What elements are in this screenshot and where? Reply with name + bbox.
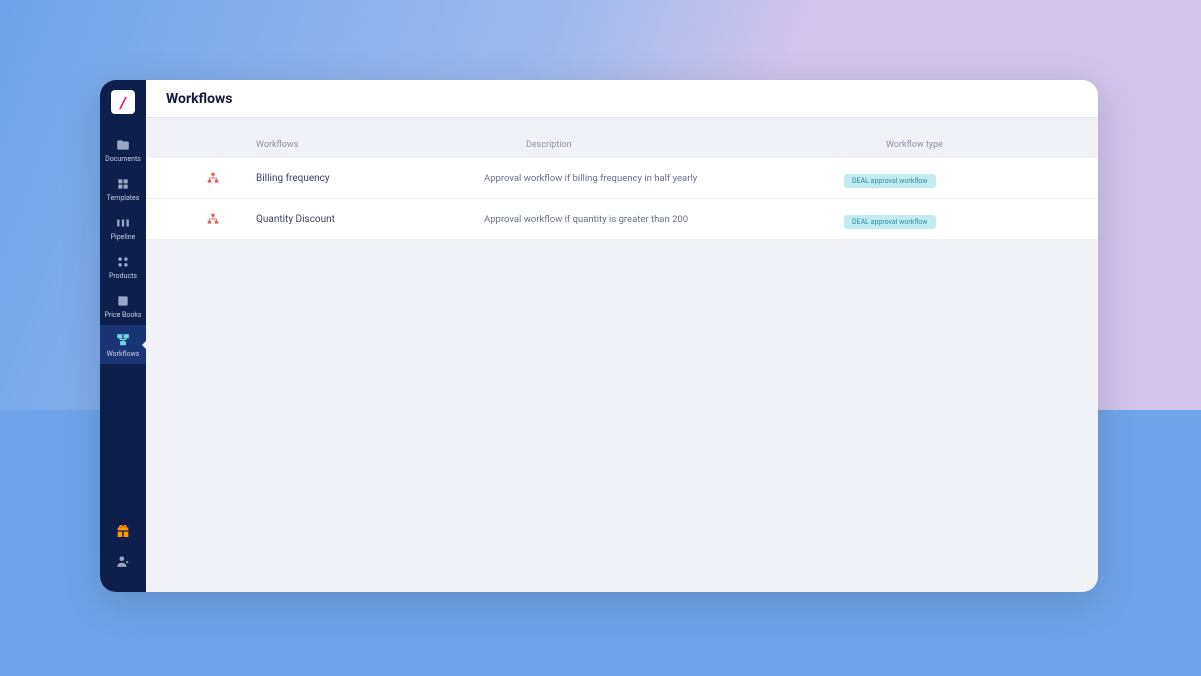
user-icon[interactable]	[114, 552, 132, 570]
workflow-name: Billing frequency	[256, 173, 484, 184]
sidebar-item-templates[interactable]: Templates	[100, 169, 146, 208]
gift-icon[interactable]	[114, 522, 132, 540]
main-content: Workflows Workflows Description Workflow…	[146, 80, 1098, 592]
sidebar: / Documents Templates Pipeline	[100, 80, 146, 592]
hierarchy-icon	[206, 212, 220, 226]
sidebar-item-workflows[interactable]: Workflows	[100, 325, 146, 364]
sidebar-item-products[interactable]: Products	[100, 247, 146, 286]
sidebar-item-label: Products	[109, 272, 137, 280]
workflow-description: Approval workflow if billing frequency i…	[484, 173, 844, 184]
col-header-description: Description	[526, 140, 886, 150]
sidebar-item-label: Documents	[105, 155, 141, 163]
table-row[interactable]: Billing frequency Approval workflow if b…	[146, 158, 1098, 199]
workflow-type-badge: DEAL approval workflow	[844, 215, 936, 229]
table-header: Workflows Description Workflow type	[146, 130, 1098, 158]
sidebar-item-documents[interactable]: Documents	[100, 130, 146, 169]
folder-icon	[116, 138, 130, 152]
sidebar-item-label: Pipeline	[111, 233, 136, 241]
pipeline-icon	[116, 216, 130, 230]
workflow-icon	[116, 333, 130, 347]
workflow-type-badge: DEAL approval workflow	[844, 174, 936, 188]
table-row[interactable]: Quantity Discount Approval workflow if q…	[146, 199, 1098, 239]
col-header-type: Workflow type	[886, 140, 1078, 150]
page-title: Workflows	[166, 91, 233, 107]
products-icon	[116, 255, 130, 269]
workflow-description: Approval workflow if quantity is greater…	[484, 214, 844, 225]
col-header-workflows: Workflows	[256, 140, 526, 150]
sidebar-item-label: Workflows	[107, 350, 140, 358]
book-icon	[116, 294, 130, 308]
app-window: / Documents Templates Pipeline	[100, 80, 1098, 592]
sidebar-item-label: Templates	[107, 194, 140, 202]
templates-icon	[116, 177, 130, 191]
app-logo[interactable]: /	[111, 90, 135, 114]
sidebar-item-pipeline[interactable]: Pipeline	[100, 208, 146, 247]
sidebar-item-price-books[interactable]: Price Books	[100, 286, 146, 325]
sidebar-item-label: Price Books	[104, 311, 141, 319]
hierarchy-icon	[206, 171, 220, 185]
workflow-name: Quantity Discount	[256, 214, 484, 225]
header: Workflows	[146, 80, 1098, 118]
